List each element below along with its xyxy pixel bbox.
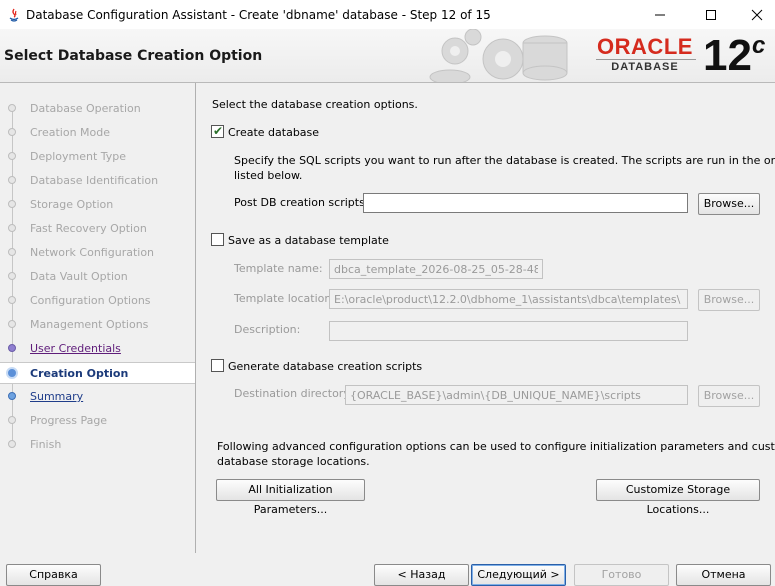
minimize-icon — [655, 14, 665, 15]
step-indicator-icon — [8, 200, 16, 208]
page-title: Select Database Creation Option — [4, 48, 263, 64]
template-location-label: Template location: — [234, 292, 336, 305]
oracle-logo: ORACLE DATABASE — [592, 34, 698, 73]
advanced-options-line1: Following advanced configuration options… — [217, 440, 775, 453]
destination-browse-button[interactable]: Browse... — [698, 385, 760, 407]
template-description-label: Description: — [234, 323, 301, 336]
nav-step-creation-option[interactable]: Creation Option — [0, 362, 195, 384]
window-title: Database Configuration Assistant - Creat… — [26, 7, 491, 22]
checkmark-icon: ✔ — [213, 124, 224, 138]
version-badge: 12c — [703, 31, 765, 81]
nav-step-label: Data Vault Option — [30, 270, 128, 283]
nav-step-label: Database Identification — [30, 174, 159, 187]
post-scripts-browse-button[interactable]: Browse... — [698, 193, 760, 215]
close-button[interactable] — [734, 0, 775, 29]
help-button[interactable]: Справка — [6, 564, 101, 586]
nav-step-label: Deployment Type — [30, 150, 127, 163]
step-indicator-icon — [8, 248, 16, 256]
version-number: 12 — [703, 31, 752, 80]
step-navigation: Database Operation Creation Mode Deploymen… — [0, 83, 196, 553]
scripts-description-line2: listed below. — [234, 169, 303, 182]
java-app-icon — [9, 8, 19, 22]
step-indicator-icon — [8, 344, 16, 352]
nav-step-network-configuration: Network Configuration — [0, 242, 195, 264]
step-indicator-icon — [8, 416, 16, 424]
nav-step-label: Storage Option — [30, 198, 114, 211]
oracle-product: DATABASE — [611, 61, 679, 73]
nav-step-creation-mode: Creation Mode — [0, 122, 195, 144]
nav-step-database-identification: Database Identification — [0, 170, 195, 192]
main-content: Select the database creation options. ✔ … — [196, 83, 775, 553]
generate-scripts-checkbox[interactable] — [211, 359, 224, 372]
cancel-button[interactable]: Отмена — [676, 564, 771, 586]
post-scripts-input[interactable] — [363, 193, 688, 213]
create-database-label[interactable]: Create database — [228, 126, 319, 139]
template-location-browse-button[interactable]: Browse... — [698, 289, 760, 311]
nav-step-label: Database Operation — [30, 102, 141, 115]
gears-graphic-icon — [429, 29, 568, 82]
save-template-checkbox[interactable] — [211, 233, 224, 246]
step-indicator-icon — [8, 104, 16, 112]
post-scripts-label: Post DB creation scripts: — [234, 196, 369, 209]
step-indicator-icon — [8, 320, 16, 328]
nav-step-summary[interactable]: Summary — [0, 386, 195, 408]
nav-step-deployment-type: Deployment Type — [0, 146, 195, 168]
step-indicator-icon — [8, 176, 16, 184]
nav-step-label: Fast Recovery Option — [30, 222, 147, 235]
nav-step-user-credentials[interactable]: User Credentials — [0, 338, 195, 360]
maximize-icon — [706, 9, 716, 20]
step-indicator-icon — [8, 296, 16, 304]
version-suffix: c — [751, 32, 766, 59]
nav-step-label: Creation Mode — [30, 126, 111, 139]
generate-scripts-label[interactable]: Generate database creation scripts — [228, 360, 422, 373]
nav-step-label: Management Options — [30, 318, 149, 331]
create-database-checkbox[interactable]: ✔ — [211, 124, 224, 138]
destination-directory-label: Destination directory: — [234, 387, 353, 400]
destination-directory-input[interactable] — [345, 385, 688, 405]
nav-step-label: Configuration Options — [30, 294, 151, 307]
nav-step-label: Creation Option — [30, 367, 129, 380]
oracle-brand: ORACLE — [597, 34, 693, 59]
minimize-button[interactable] — [637, 0, 683, 29]
maximize-button[interactable] — [688, 0, 734, 29]
template-name-input[interactable] — [329, 259, 543, 279]
nav-step-configuration-options: Configuration Options — [0, 290, 195, 312]
header-banner: Select Database Creation Option ORACLE D… — [0, 29, 775, 83]
step-indicator-icon — [8, 224, 16, 232]
finish-button[interactable]: Готово — [574, 564, 669, 586]
nav-step-storage-option: Storage Option — [0, 194, 195, 216]
close-icon — [751, 9, 763, 20]
nav-step-fast-recovery-option: Fast Recovery Option — [0, 218, 195, 240]
nav-step-management-options: Management Options — [0, 314, 195, 336]
nav-step-database-operation: Database Operation — [0, 98, 195, 120]
nav-step-label: User Credentials — [30, 342, 121, 355]
intro-text: Select the database creation options. — [212, 98, 418, 111]
template-location-input[interactable] — [329, 289, 688, 309]
advanced-options-line2: database storage locations. — [217, 455, 370, 468]
nav-step-label: Progress Page — [30, 414, 108, 427]
title-bar: Database Configuration Assistant - Creat… — [0, 0, 775, 29]
next-button[interactable]: Следующий > — [471, 564, 566, 586]
nav-step-finish: Finish — [0, 434, 195, 456]
scripts-description-line1: Specify the SQL scripts you want to run … — [234, 154, 775, 167]
template-name-label: Template name: — [234, 262, 323, 275]
customize-storage-button[interactable]: Customize Storage Locations... — [596, 479, 760, 516]
back-button[interactable]: < Назад — [374, 564, 469, 586]
step-indicator-icon — [8, 440, 16, 448]
step-indicator-icon — [8, 392, 16, 400]
nav-step-progress-page: Progress Page — [0, 410, 195, 432]
save-template-label[interactable]: Save as a database template — [228, 234, 389, 247]
template-description-input[interactable] — [329, 321, 688, 341]
step-indicator-icon — [8, 152, 16, 160]
logo-divider — [596, 59, 696, 60]
footer-bar: Справка < Назад Следующий > Готово Отмен… — [0, 553, 775, 586]
nav-step-label: Summary — [30, 390, 84, 403]
all-init-parameters-button[interactable]: All Initialization Parameters... — [216, 479, 365, 516]
step-indicator-icon — [8, 272, 16, 280]
nav-step-label: Network Configuration — [30, 246, 155, 259]
step-indicator-icon — [6, 367, 18, 379]
step-indicator-icon — [8, 128, 16, 136]
nav-step-label: Finish — [30, 438, 62, 451]
nav-step-data-vault-option: Data Vault Option — [0, 266, 195, 288]
